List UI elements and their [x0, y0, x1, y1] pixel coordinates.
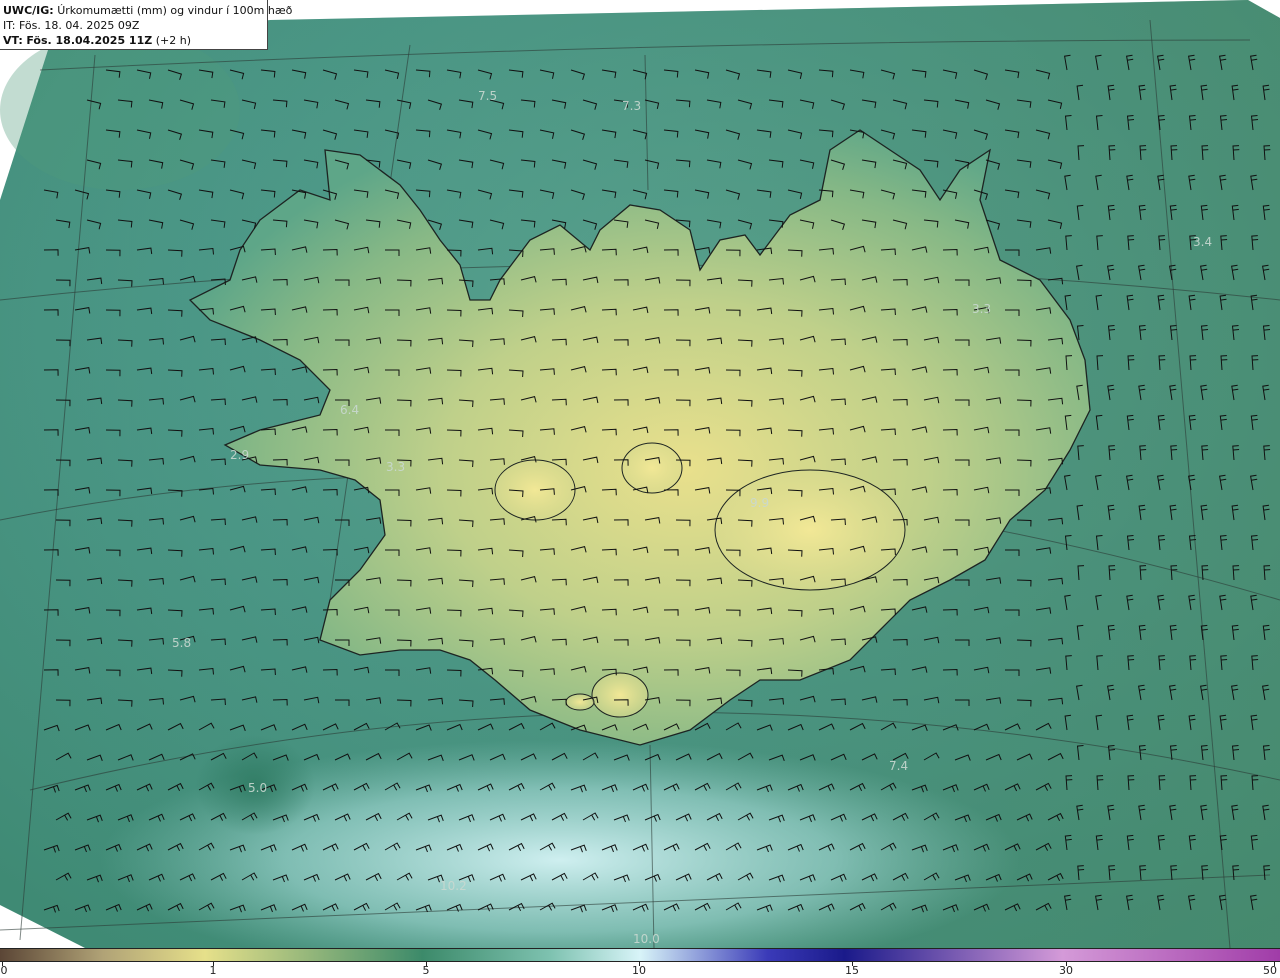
map-value-label: 6.4: [340, 403, 359, 417]
init-label: IT:: [3, 19, 16, 32]
map-value-label: 7.5: [478, 89, 497, 103]
map-value-label: 3.3: [386, 460, 405, 474]
map-value-label: 5.0: [248, 781, 267, 795]
init-time-row: IT: Fös. 18. 04. 2025 09Z: [3, 18, 267, 33]
valid-label: VT:: [3, 34, 23, 47]
vatnajokull: [714, 469, 906, 591]
colorbar-tick-label: 50: [1263, 964, 1277, 977]
map-value-label: 9.9: [750, 496, 769, 510]
title-row: UWC/IG: Úrkomumætti (mm) og vindur í 100…: [3, 3, 292, 18]
map-canvas: 7.5 7.3 3.4 3.3 6.4 2.9 3.3 5.8 5.0 7.4 10.2 10.0 9.…: [0, 0, 1280, 978]
colorbar-tick-label: 5: [422, 964, 430, 977]
map-title: Úrkomumætti (mm) og vindur í 100m hæð: [57, 4, 293, 17]
colorbar-strip: [0, 948, 1280, 962]
map-value-label: 3.4: [1193, 235, 1212, 249]
map-value-label: 7.3: [622, 99, 641, 113]
map-value-label: 7.4: [889, 759, 908, 773]
langjokull: [494, 459, 576, 521]
model-name: UWC/IG:: [3, 4, 54, 17]
colorbar-tick-label: 30: [1059, 964, 1073, 977]
colorbar-tick-label: 10: [632, 964, 646, 977]
valid-time: Fös. 18.04.2025 11Z: [26, 34, 153, 47]
colorbar: 0 1 5 10 15 30 50: [0, 948, 1280, 978]
map-value-label: 5.8: [172, 636, 191, 650]
info-box: UWC/IG: Úrkomumætti (mm) og vindur í 100…: [0, 0, 292, 50]
eyjafjallajokull: [565, 693, 595, 711]
map-value-label: 10.2: [440, 879, 467, 893]
weather-map[interactable]: 7.5 7.3 3.4 3.3 6.4 2.9 3.3 5.8 5.0 7.4 10.2 10.0 9.…: [0, 0, 1280, 978]
map-value-label: 3.3: [972, 302, 991, 316]
map-value-label: 10.0: [633, 932, 660, 946]
colorbar-tick-label: 0: [0, 964, 8, 977]
colorbar-tick-label: 1: [209, 964, 217, 977]
valid-time-row: VT: Fös. 18.04.2025 11Z (+2 h): [3, 33, 267, 48]
myrdalsjokull: [591, 672, 649, 718]
map-value-label: 2.9: [230, 448, 249, 462]
colorbar-tick-label: 15: [845, 964, 859, 977]
init-time: Fös. 18. 04. 2025 09Z: [18, 19, 140, 32]
lead-time: (+2 h): [155, 34, 191, 47]
hofsjokull: [621, 442, 683, 494]
